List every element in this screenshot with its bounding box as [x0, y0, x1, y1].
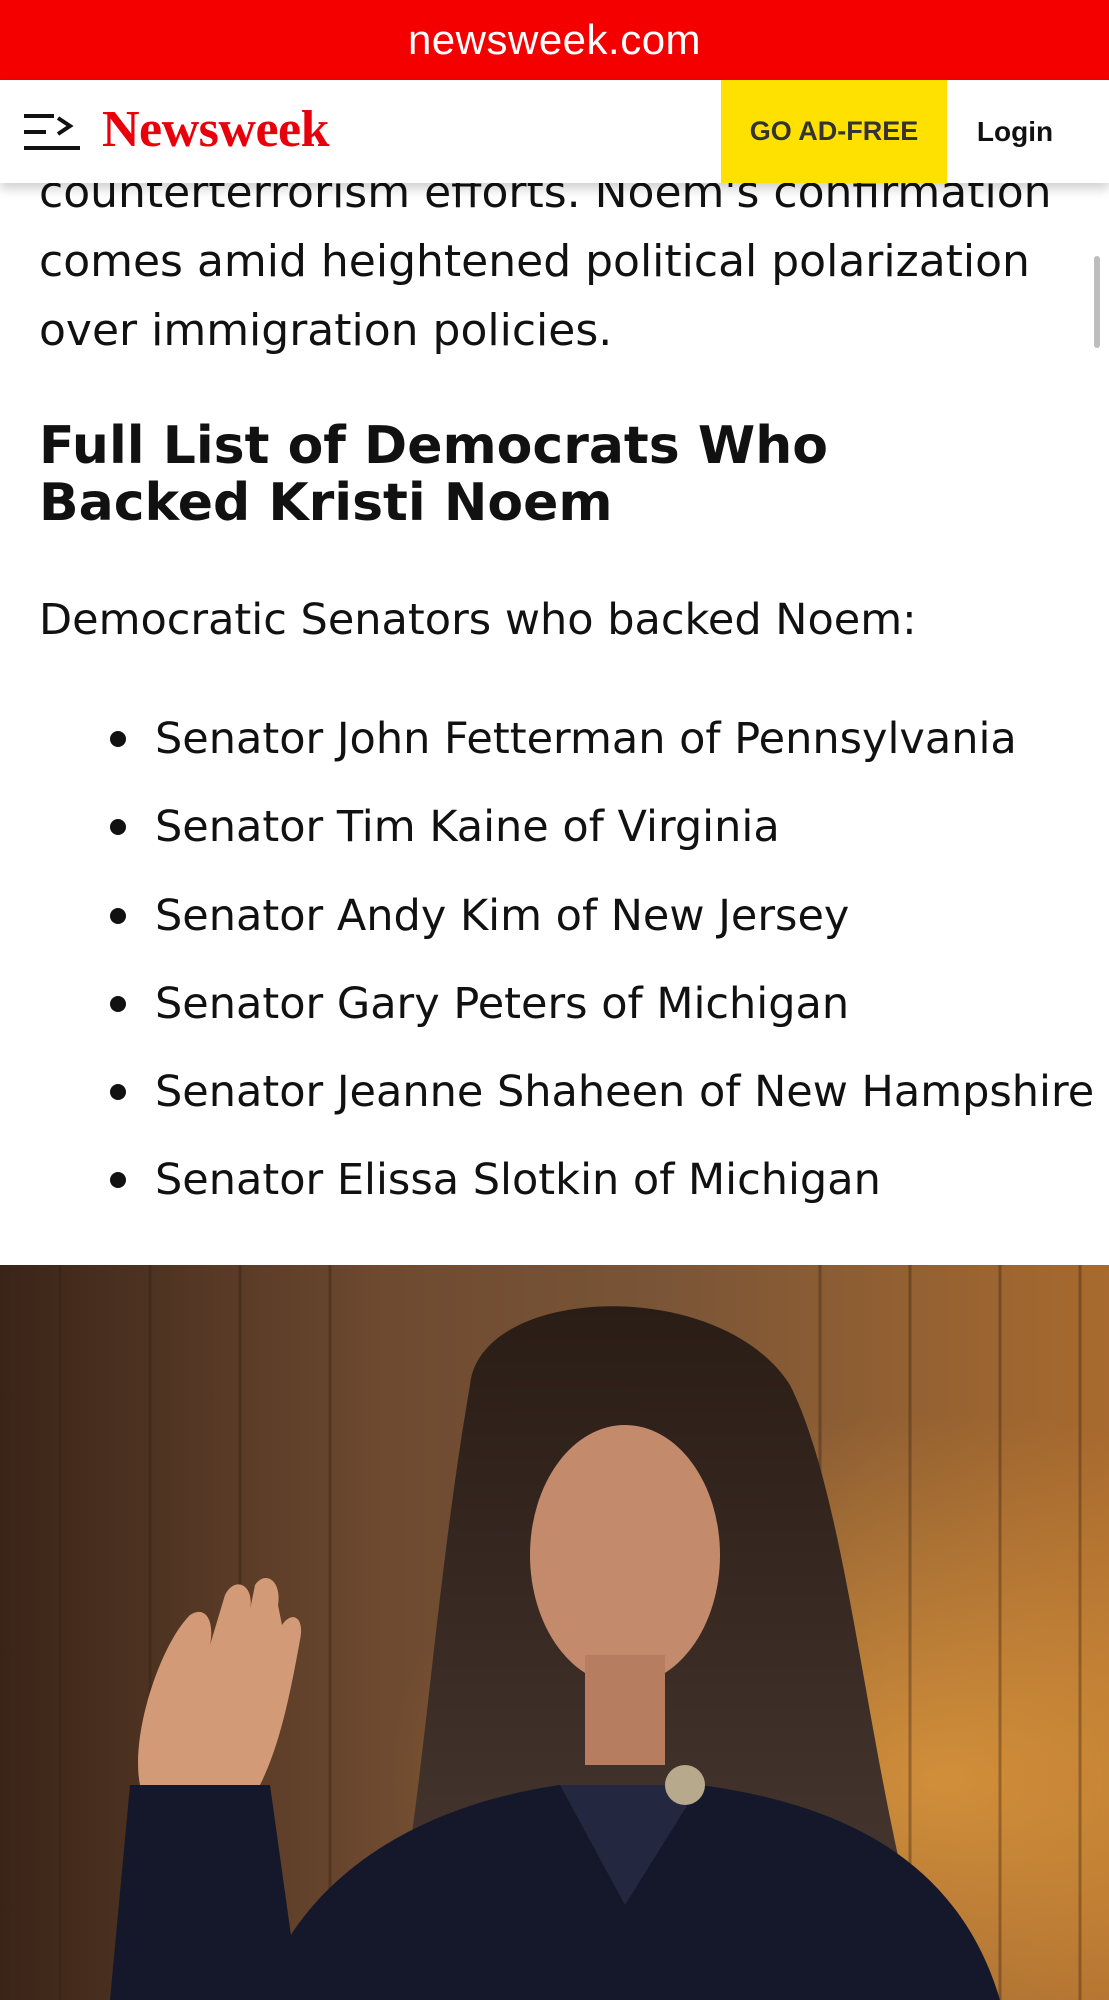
senator-name: Senator Jeanne Shaheen of New Hampshire [155, 1067, 1095, 1118]
section-heading: Full List of Democrats Who Backed Kristi… [39, 416, 828, 533]
bullet-icon [110, 995, 126, 1012]
login-button[interactable]: Login [950, 80, 1080, 183]
menu-icon[interactable] [24, 110, 80, 154]
scrollbar[interactable] [1094, 256, 1100, 348]
list-item: Senator Tim Kaine of Virginia [0, 795, 1094, 883]
bullet-icon [110, 819, 126, 836]
senator-name: Senator Andy Kim of New Jersey [155, 890, 850, 941]
site-header: Newsweek GO AD-FREE Login [0, 80, 1109, 183]
senator-name: Senator Elissa Slotkin of Michigan [155, 1155, 881, 1206]
list-item: Senator Elissa Slotkin of Michigan [0, 1148, 1094, 1236]
list-intro: Democratic Senators who backed Noem: [39, 595, 917, 645]
article-paragraph: counterterrorism efforts. Noem's confirm… [39, 167, 1052, 356]
newsweek-logo[interactable]: Newsweek [102, 100, 330, 159]
bullet-icon [110, 1084, 126, 1101]
senator-name: Senator John Fetterman of Pennsylvania [155, 714, 1017, 764]
article-photo[interactable] [0, 1265, 1109, 2000]
senator-name: Senator Gary Peters of Michigan [155, 978, 850, 1029]
bullet-icon [110, 907, 126, 924]
senator-name: Senator Tim Kaine of Virginia [155, 802, 780, 853]
list-item: Senator Gary Peters of Michigan [0, 972, 1094, 1060]
list-item: Senator John Fetterman of Pennsylvania [0, 707, 1094, 795]
bullet-icon [110, 731, 126, 747]
senator-list: Senator John Fetterman of Pennsylvania S… [0, 707, 1094, 1237]
go-ad-free-button[interactable]: GO AD-FREE [721, 80, 947, 183]
browser-url-bar[interactable]: newsweek.com [0, 0, 1109, 80]
list-item: Senator Jeanne Shaheen of New Hampshire [0, 1060, 1094, 1148]
url-text: newsweek.com [407, 16, 702, 63]
bullet-icon [110, 1172, 126, 1189]
list-item: Senator Andy Kim of New Jersey [0, 884, 1094, 972]
